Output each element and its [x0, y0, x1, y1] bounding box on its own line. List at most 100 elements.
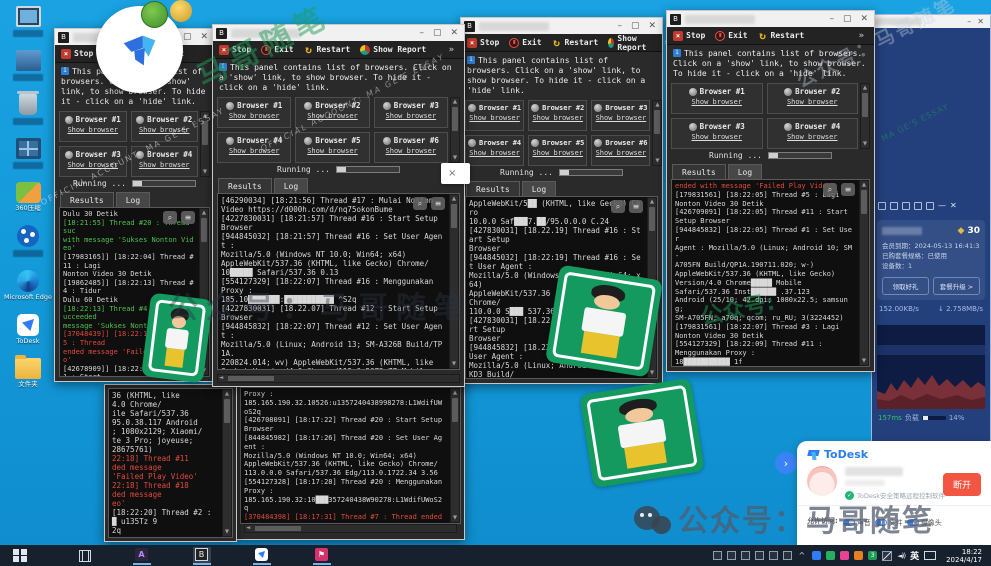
- tray-icon-pink[interactable]: [840, 551, 849, 560]
- taskbar-clock[interactable]: 18:22 2024/4/17: [941, 548, 991, 564]
- todesk-floating-ball[interactable]: [96, 6, 183, 93]
- tray-window-icon[interactable]: [769, 551, 778, 560]
- show-browser-link[interactable]: Show browser: [787, 133, 838, 141]
- show-report-button[interactable]: Show Report: [608, 34, 650, 52]
- desktop-icon-pc[interactable]: [3, 6, 53, 37]
- close-button[interactable]: ✕: [200, 29, 208, 45]
- tab-log[interactable]: Log: [274, 178, 308, 193]
- claim-gift-button[interactable]: 领取好礼: [882, 277, 929, 295]
- log-search-button[interactable]: ⌕: [611, 200, 625, 213]
- small-popup[interactable]: ×: [441, 163, 470, 184]
- desktop-icon-app[interactable]: [3, 50, 53, 81]
- close-button[interactable]: ✕: [860, 11, 868, 27]
- show-browser-link[interactable]: Show browser: [596, 114, 647, 122]
- show-browser-link[interactable]: Show browser: [691, 133, 742, 141]
- log-menu-button[interactable]: ≡: [841, 183, 855, 196]
- browser-list-scrollbar[interactable]: ▲▼: [200, 111, 210, 177]
- desktop-app-icon-gold[interactable]: [170, 0, 192, 22]
- tab-results[interactable]: Results: [60, 192, 114, 207]
- exit-button[interactable]: Exit: [261, 45, 293, 55]
- tray-icon-orange[interactable]: [854, 551, 863, 560]
- log-scrollbar[interactable]: ▲▼: [222, 389, 232, 537]
- show-browser-link[interactable]: Show browser: [67, 161, 118, 169]
- panel-close-button[interactable]: ✕: [950, 201, 957, 210]
- tool-icon[interactable]: [926, 202, 934, 210]
- restart-button[interactable]: ↻Restart: [552, 38, 599, 48]
- log-horizontal-scrollbar[interactable]: [217, 374, 460, 383]
- tab-results[interactable]: Results: [672, 164, 726, 179]
- desktop-app-icon-green[interactable]: [141, 1, 168, 28]
- show-browser-link[interactable]: Show browser: [691, 98, 742, 106]
- hidden-icons-chevron[interactable]: ^: [797, 551, 808, 560]
- show-browser-link[interactable]: Show browser: [532, 149, 583, 157]
- maximize-button[interactable]: ▢: [843, 11, 852, 27]
- taskbar-app-todesk[interactable]: [253, 547, 271, 565]
- popup-close-icon[interactable]: ×: [448, 168, 456, 179]
- log-menu-button[interactable]: ≡: [181, 211, 195, 224]
- upgrade-package-button[interactable]: 套餐升级 >: [933, 277, 980, 295]
- collapse-chevron-button[interactable]: ›: [775, 452, 797, 474]
- show-browser-link[interactable]: Show browser: [787, 98, 838, 106]
- remote-window-titlebar[interactable]: –✕: [872, 15, 990, 28]
- start-button[interactable]: [13, 549, 27, 563]
- tab-log[interactable]: Log: [522, 181, 556, 196]
- tab-results[interactable]: Results: [218, 178, 272, 193]
- log-horizontal-scrollbar[interactable]: [244, 524, 457, 533]
- window-titlebar[interactable]: B –▢✕: [461, 18, 662, 34]
- show-browser-link[interactable]: Show browser: [386, 147, 437, 155]
- stop-button[interactable]: ×Stop: [673, 31, 705, 41]
- close-button[interactable]: ✕: [450, 25, 458, 41]
- tab-log[interactable]: Log: [116, 192, 150, 207]
- tool-icon[interactable]: [890, 202, 898, 210]
- show-browser-link[interactable]: Show browser: [67, 126, 118, 134]
- toolbar-overflow-chevron[interactable]: »: [445, 45, 458, 55]
- taskbar-app-4[interactable]: ⚑: [313, 547, 331, 565]
- stop-button[interactable]: ×Stop: [61, 49, 93, 59]
- desktop-icon-window[interactable]: [3, 138, 53, 169]
- minimize-button[interactable]: –: [617, 18, 622, 34]
- tool-icon[interactable]: [878, 202, 886, 210]
- log-menu-button[interactable]: ≡: [629, 200, 643, 213]
- show-browser-link[interactable]: Show browser: [307, 112, 358, 120]
- log-search-button[interactable]: ⌕: [413, 197, 427, 210]
- disconnect-button[interactable]: 断开: [943, 473, 981, 496]
- tray-window-icon[interactable]: [755, 551, 764, 560]
- tray-icon-blue[interactable]: [812, 551, 821, 560]
- desktop-icon-zip360[interactable]: 360压缩: [3, 182, 53, 212]
- stop-button[interactable]: ×Stop: [219, 45, 251, 55]
- browser-list-scrollbar[interactable]: ▲▼: [652, 100, 662, 166]
- desktop-icon-folder[interactable]: 文件夹: [3, 358, 53, 388]
- restart-button[interactable]: ↻Restart: [304, 45, 351, 55]
- maximize-button[interactable]: ▢: [183, 29, 192, 45]
- exit-button[interactable]: Exit: [509, 38, 541, 48]
- browser-list-scrollbar[interactable]: ▲▼: [450, 97, 460, 163]
- show-browser-link[interactable]: Show browser: [139, 161, 190, 169]
- restart-button[interactable]: ↻Restart: [758, 31, 805, 41]
- close-button[interactable]: ✕: [648, 18, 656, 34]
- desktop-icon-todesk[interactable]: ToDesk: [3, 314, 53, 345]
- show-browser-link[interactable]: Show browser: [139, 126, 190, 134]
- show-browser-link[interactable]: Show browser: [229, 112, 280, 120]
- desktop-icon-nodes[interactable]: [3, 225, 53, 257]
- show-report-button[interactable]: Show Report: [360, 45, 426, 55]
- desktop-icon-recycle[interactable]: [3, 94, 53, 125]
- tray-window-icon[interactable]: [713, 551, 722, 560]
- tray-window-icon[interactable]: [741, 551, 750, 560]
- log-search-button[interactable]: ⌕: [163, 211, 177, 224]
- minimize-button[interactable]: –: [419, 25, 424, 41]
- window-titlebar[interactable]: B –▢✕: [213, 25, 464, 41]
- task-view-button[interactable]: [79, 550, 91, 562]
- log-scrollbar[interactable]: ▲▼: [859, 180, 869, 366]
- show-browser-link[interactable]: Show browser: [386, 112, 437, 120]
- ime-language-indicator[interactable]: 英: [910, 549, 919, 562]
- show-browser-link[interactable]: Show browser: [307, 147, 358, 155]
- taskbar-app-2[interactable]: B: [193, 547, 211, 565]
- show-browser-link[interactable]: Show browser: [532, 114, 583, 122]
- volume-icon[interactable]: ◄)): [897, 552, 905, 560]
- ime-pen-icon[interactable]: [882, 551, 892, 561]
- tab-log[interactable]: Log: [728, 164, 762, 179]
- tray-window-icon[interactable]: [727, 551, 736, 560]
- log-scrollbar[interactable]: ▲▼: [450, 388, 460, 523]
- desktop-icon-edge[interactable]: Microsoft Edge: [3, 270, 53, 301]
- touch-keyboard-icon[interactable]: [924, 551, 936, 560]
